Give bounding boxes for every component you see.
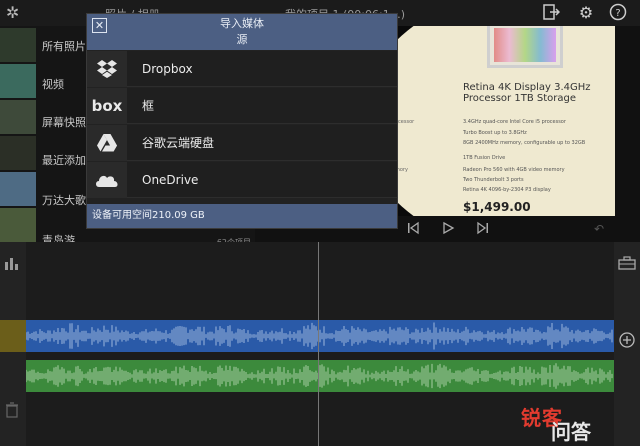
price-text: $1,499.00 <box>463 200 531 214</box>
spec-heading: Retina 4K Display 3.4GHz Processor 1TB S… <box>463 82 591 104</box>
thumbnail[interactable] <box>0 208 36 242</box>
waveform <box>26 363 613 389</box>
play-icon[interactable] <box>440 221 456 237</box>
box-icon: box <box>87 88 127 124</box>
trash-icon[interactable] <box>3 402 21 420</box>
audio-track-green[interactable] <box>26 360 614 392</box>
onedrive-icon <box>87 162 127 198</box>
skip-forward-icon[interactable] <box>475 221 491 237</box>
add-icon[interactable] <box>618 332 636 350</box>
google-drive-icon <box>87 125 127 161</box>
spec-line: Two Thunderbolt 3 ports <box>463 177 524 183</box>
source-dropbox[interactable]: Dropbox <box>87 51 397 87</box>
svg-text:box: box <box>92 98 122 114</box>
thumbnail-column <box>0 26 36 242</box>
source-box[interactable]: box 框 <box>87 88 397 124</box>
skip-back-icon[interactable] <box>405 221 421 237</box>
spec-line: Radeon Pro 560 with 4GB video memory <box>463 167 565 173</box>
right-edge-panel <box>615 26 640 242</box>
dropbox-icon <box>87 51 127 87</box>
category-all-photos[interactable]: 所有照片 <box>42 38 86 54</box>
toolbox-icon[interactable] <box>618 256 636 274</box>
watermark-white-text: 问答 <box>551 420 591 444</box>
import-media-dialog: ✕ 导入媒体 源 Dropbox box 框 谷歌云端硬盘 OneDrive 设… <box>86 13 398 229</box>
audio-track-blue[interactable] <box>26 320 614 352</box>
source-label: 谷歌云端硬盘 <box>142 136 215 150</box>
spec-line: 1TB Fusion Drive <box>463 155 506 161</box>
source-label: 框 <box>142 99 155 113</box>
free-space-text: 设备可用空间210.09 GB <box>92 210 205 221</box>
dialog-title: 导入媒体 <box>220 17 264 30</box>
undo-icon[interactable]: ↶ <box>591 221 607 237</box>
thumbnail[interactable] <box>0 172 36 206</box>
spec-line: 8GB 2400MHz memory, configurable up to 3… <box>463 140 586 146</box>
category-screenshots[interactable]: 屏幕快照 <box>42 114 86 130</box>
spec-line: Retina 4K 4096-by-2304 P3 display <box>463 187 551 193</box>
thumbnail[interactable] <box>0 28 36 62</box>
audio-levels-icon[interactable] <box>3 256 21 274</box>
spec-line: 3.4GHz quad-core Intel Core i5 processor <box>463 119 566 125</box>
source-label: Dropbox <box>142 62 193 76</box>
source-google-drive[interactable]: 谷歌云端硬盘 <box>87 125 397 161</box>
source-onedrive[interactable]: OneDrive <box>87 162 397 198</box>
thumbnail[interactable] <box>0 64 36 98</box>
imac-image <box>487 26 563 68</box>
playhead[interactable] <box>318 242 319 446</box>
help-icon[interactable]: ? <box>608 3 628 23</box>
export-icon[interactable] <box>541 3 561 23</box>
svg-text:?: ? <box>615 8 620 19</box>
dialog-footer: 设备可用空间210.09 GB <box>87 204 397 228</box>
category-videos[interactable]: 视频 <box>42 76 64 92</box>
clip-marker <box>0 320 26 352</box>
watermark: 锐客 问答 <box>505 400 640 446</box>
thumbnail[interactable] <box>0 136 36 170</box>
source-label: OneDrive <box>142 173 199 187</box>
dialog-header: ✕ 导入媒体 源 <box>87 14 397 50</box>
thumbnail[interactable] <box>0 100 36 134</box>
spec-line: Turbo Boost up to 3.8GHz <box>463 130 527 136</box>
dialog-subtitle: 源 <box>236 33 248 46</box>
category-recently-added[interactable]: 最近添加 <box>42 152 86 168</box>
waveform <box>26 322 613 350</box>
gear-icon[interactable]: ✲ <box>6 4 24 22</box>
settings-icon[interactable]: ⚙ <box>576 3 596 23</box>
